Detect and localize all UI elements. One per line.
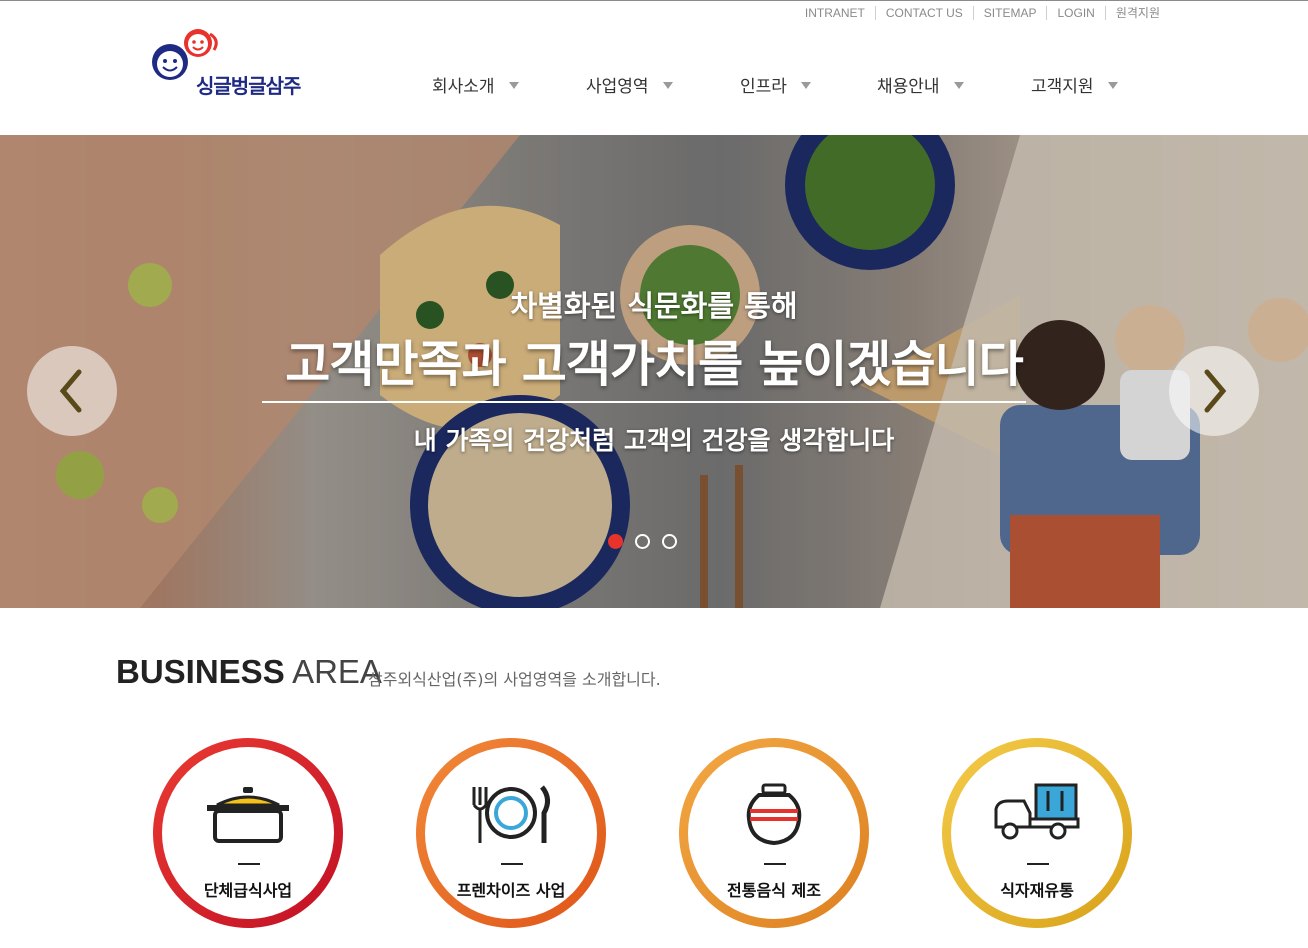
- util-link-intranet[interactable]: INTRANET: [795, 6, 875, 20]
- slider-next-button[interactable]: [1169, 346, 1259, 436]
- nav-item-recruit[interactable]: 채용안내: [877, 72, 964, 97]
- business-item-food-distribution[interactable]: 식자재유통: [942, 738, 1132, 928]
- business-item-inner: 전통음식 제조: [688, 747, 860, 919]
- business-area-description: 삼주외식산업(주)의 사업영역을 소개합니다.: [368, 670, 661, 689]
- business-item-inner: 단체급식사업: [162, 747, 334, 919]
- hero-divider: [262, 401, 1026, 403]
- util-link-sitemap[interactable]: SITEMAP: [972, 6, 1047, 20]
- hero-subtitle: 차별화된 식문화를 통해: [510, 289, 798, 323]
- nav-label: 사업영역: [586, 77, 649, 97]
- divider: [764, 863, 786, 865]
- nav-label: 고객지원: [1031, 77, 1094, 97]
- util-link-contact[interactable]: CONTACT US: [874, 6, 973, 20]
- slider-dot[interactable]: [635, 534, 650, 549]
- nav-item-infra[interactable]: 인프라: [740, 72, 811, 97]
- pot-icon: [162, 783, 334, 853]
- nav-label: 채용안내: [877, 77, 940, 97]
- top-border: [0, 0, 1308, 1]
- business-item-label: 프렌차이즈 사업: [456, 881, 566, 900]
- nav-label: 인프라: [740, 77, 787, 97]
- business-item-inner: 식자재유통: [951, 747, 1123, 919]
- chevron-down-icon: [800, 82, 811, 89]
- business-item-label: 전통음식 제조: [727, 881, 821, 900]
- chevron-down-icon: [662, 82, 673, 89]
- business-title-bold: BUSINESS: [116, 653, 285, 690]
- chevron-left-icon: [59, 369, 82, 413]
- chevron-right-icon: [1204, 369, 1227, 413]
- plate-cutlery-icon: [425, 783, 597, 853]
- business-item-label: 단체급식사업: [203, 881, 293, 900]
- divider: [1027, 863, 1049, 865]
- util-link-login[interactable]: LOGIN: [1046, 6, 1104, 20]
- slider-dot[interactable]: [662, 534, 677, 549]
- hero-description: 내 가족의 건강처럼 고객의 건강을 생각합니다: [413, 426, 895, 455]
- utility-nav: INTRANET CONTACT US SITEMAP LOGIN 원격지원: [795, 6, 1170, 20]
- business-item-inner: 프렌차이즈 사업: [425, 747, 597, 919]
- slider-dot[interactable]: [608, 534, 623, 549]
- nav-label: 회사소개: [432, 77, 495, 97]
- nav-item-company[interactable]: 회사소개: [432, 72, 519, 97]
- nav-item-support[interactable]: 고객지원: [1031, 72, 1118, 97]
- business-area-title: BUSINESS AREA: [116, 653, 382, 691]
- hero-banner: 차별화된 식문화를 통해 고객만족과 고객가치를 높이겠습니다 내 가족의 건강…: [0, 135, 1308, 608]
- hero-title: 고객만족과 고객가치를 높이겠습니다: [285, 336, 1023, 393]
- jar-icon: [688, 783, 860, 853]
- divider: [238, 863, 260, 865]
- nav-item-business[interactable]: 사업영역: [586, 72, 673, 97]
- business-item-group-catering[interactable]: 단체급식사업: [153, 738, 343, 928]
- util-link-remote-support[interactable]: 원격지원: [1104, 6, 1170, 20]
- truck-icon: [951, 783, 1123, 853]
- chevron-down-icon: [508, 82, 519, 89]
- business-item-traditional-food[interactable]: 전통음식 제조: [679, 738, 869, 928]
- main-nav: 회사소개 사업영역 인프라 채용안내 고객지원: [0, 72, 1308, 97]
- business-item-label: 식자재유통: [1000, 881, 1074, 900]
- divider: [501, 863, 523, 865]
- slider-prev-button[interactable]: [27, 346, 117, 436]
- business-item-franchise[interactable]: 프렌차이즈 사업: [416, 738, 606, 928]
- chevron-down-icon: [953, 82, 964, 89]
- chevron-down-icon: [1107, 82, 1118, 89]
- slider-pagination: [608, 534, 677, 549]
